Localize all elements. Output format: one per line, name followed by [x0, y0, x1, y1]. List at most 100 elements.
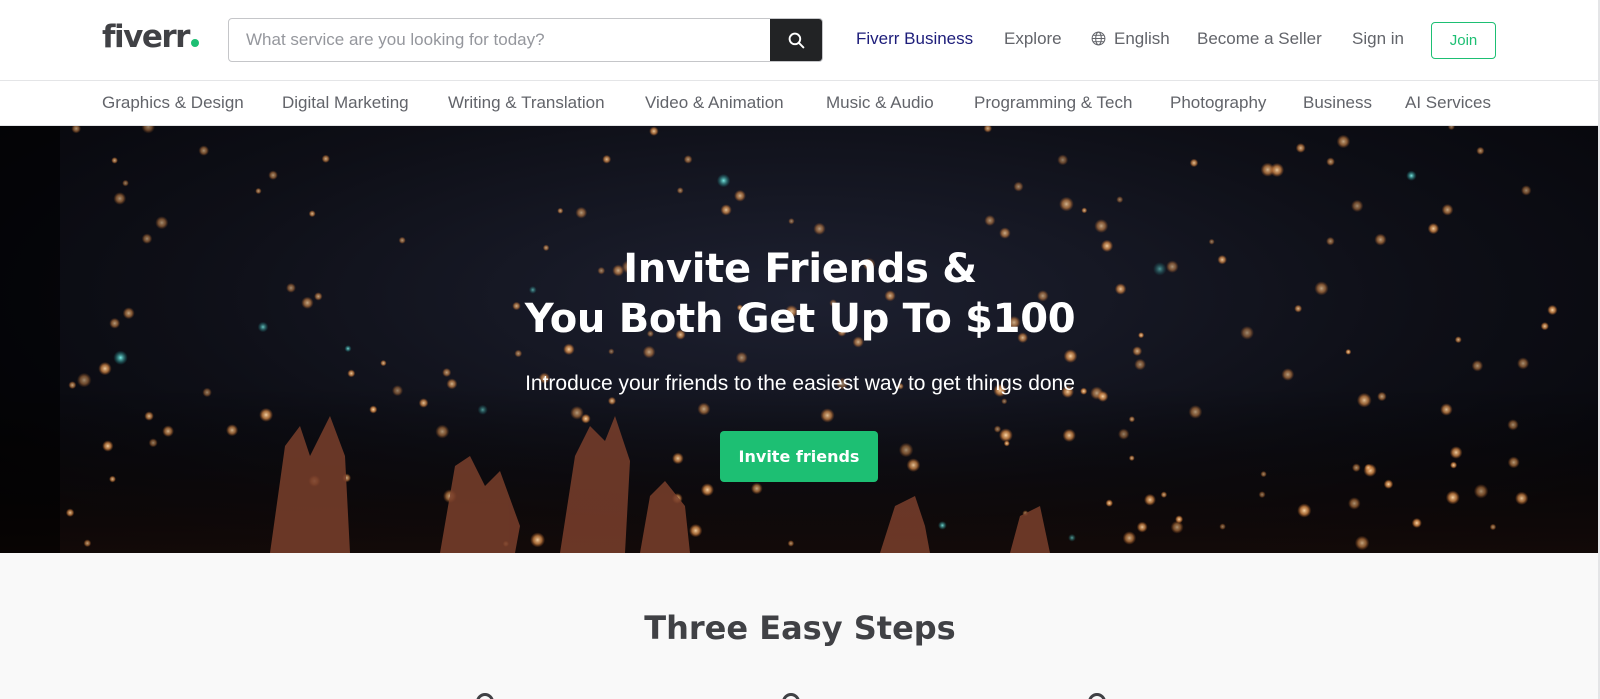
hero-banner: Invite Friends & You Both Get Up To $100…: [0, 126, 1600, 553]
category-video-animation[interactable]: Video & Animation: [645, 92, 784, 114]
bokeh-light: [649, 126, 659, 136]
bokeh-light: [983, 126, 993, 133]
bokeh-light: [898, 442, 914, 458]
top-header: fiverr Fiverr Business Explore English B…: [0, 0, 1600, 81]
fiverr-logo[interactable]: fiverr: [102, 18, 199, 56]
bokeh-light: [530, 532, 546, 548]
bokeh-light: [109, 475, 116, 483]
bokeh-light: [1062, 428, 1076, 443]
bokeh-light: [1297, 503, 1312, 518]
bokeh-light: [938, 521, 947, 530]
bokeh-light: [608, 348, 615, 355]
bokeh-light: [700, 483, 715, 497]
bokeh-light: [735, 351, 748, 364]
category-graphics-design[interactable]: Graphics & Design: [102, 92, 244, 114]
bokeh-light: [1364, 463, 1373, 472]
hero-title-line-1: Invite Friends &: [623, 246, 977, 292]
language-selector[interactable]: English: [1091, 28, 1170, 50]
bokeh-light: [1136, 521, 1148, 533]
search-button[interactable]: [770, 19, 822, 61]
bokeh-light: [141, 233, 153, 244]
bokeh-light: [602, 154, 612, 164]
bokeh-light: [820, 408, 835, 423]
bokeh-light: [1057, 154, 1069, 166]
bokeh-light: [1001, 398, 1008, 405]
bokeh-light: [1445, 490, 1460, 505]
bokeh-light: [1219, 523, 1226, 530]
bokeh-light: [226, 424, 239, 437]
become-seller-link[interactable]: Become a Seller: [1197, 28, 1322, 50]
bokeh-light: [1269, 162, 1285, 178]
bokeh-light: [321, 154, 330, 163]
sign-in-link[interactable]: Sign in: [1352, 28, 1404, 50]
bokeh-light: [1449, 446, 1463, 459]
bokeh-light: [683, 155, 693, 164]
search-icon: [788, 32, 804, 48]
bokeh-light: [1003, 440, 1010, 447]
bokeh-light: [1260, 470, 1267, 478]
bokeh-light: [1383, 479, 1394, 490]
bokeh-light: [1094, 219, 1109, 233]
bokeh-light: [102, 440, 114, 452]
category-photography[interactable]: Photography: [1170, 92, 1266, 114]
category-music-audio[interactable]: Music & Audio: [826, 92, 934, 114]
bokeh-light: [1473, 484, 1489, 499]
bokeh-light: [155, 216, 169, 230]
bokeh-light: [113, 192, 127, 205]
bokeh-light: [1258, 491, 1266, 499]
bokeh-light: [1507, 419, 1519, 431]
bokeh-light: [1450, 461, 1458, 469]
bokeh-light: [788, 218, 795, 225]
bokeh-light: [1476, 146, 1485, 155]
bokeh-light: [1517, 357, 1530, 370]
bokeh-light: [787, 540, 795, 547]
bokeh-light: [308, 210, 316, 218]
bokeh-light: [716, 173, 731, 188]
step-2-icon: [782, 693, 800, 699]
bokeh-light: [1520, 185, 1532, 196]
bokeh-light: [268, 170, 278, 180]
bokeh-light: [1189, 158, 1199, 168]
bokeh-light: [563, 343, 575, 356]
category-writing-translation[interactable]: Writing & Translation: [448, 92, 605, 114]
step-3-icon: [1088, 693, 1106, 699]
join-button[interactable]: Join: [1431, 22, 1496, 59]
category-digital-marketing[interactable]: Digital Marketing: [282, 92, 409, 114]
fiverr-business-link[interactable]: Fiverr Business: [856, 28, 973, 50]
bokeh-light: [122, 179, 129, 187]
bokeh-light: [1351, 463, 1361, 473]
bokeh-light: [750, 482, 763, 495]
bokeh-light: [198, 145, 210, 156]
bokeh-light: [999, 227, 1011, 239]
bokeh-light: [65, 508, 75, 517]
language-label: English: [1114, 29, 1170, 48]
bokeh-light: [1081, 207, 1088, 214]
bokeh-light: [1515, 491, 1529, 505]
bokeh-light: [1160, 491, 1168, 499]
bokeh-light: [1354, 535, 1370, 551]
bokeh-light: [1134, 358, 1146, 371]
bokeh-light: [672, 452, 684, 465]
bokeh-light: [1068, 533, 1076, 542]
search-input[interactable]: [229, 19, 772, 61]
bokeh-light: [1440, 403, 1453, 416]
bokeh-light: [369, 405, 378, 414]
bokeh-light: [734, 189, 746, 202]
bokeh-light: [71, 126, 82, 134]
bokeh-light: [813, 222, 826, 235]
bokeh-light: [398, 236, 406, 244]
bokeh-light: [1063, 349, 1078, 363]
bokeh-light: [1351, 199, 1364, 213]
invite-friends-button[interactable]: Invite friends: [720, 431, 878, 482]
category-programming-tech[interactable]: Programming & Tech: [974, 92, 1132, 114]
bokeh-light: [148, 438, 158, 448]
category-business[interactable]: Business: [1303, 92, 1372, 114]
bokeh-light: [514, 349, 523, 358]
bokeh-light: [1116, 196, 1124, 204]
explore-link[interactable]: Explore: [1004, 28, 1062, 50]
category-ai-services[interactable]: AI Services: [1405, 92, 1491, 114]
bokeh-light: [477, 404, 488, 415]
bokeh-light: [1406, 170, 1417, 181]
bokeh-light: [418, 398, 429, 408]
bokeh-light: [1128, 416, 1136, 423]
